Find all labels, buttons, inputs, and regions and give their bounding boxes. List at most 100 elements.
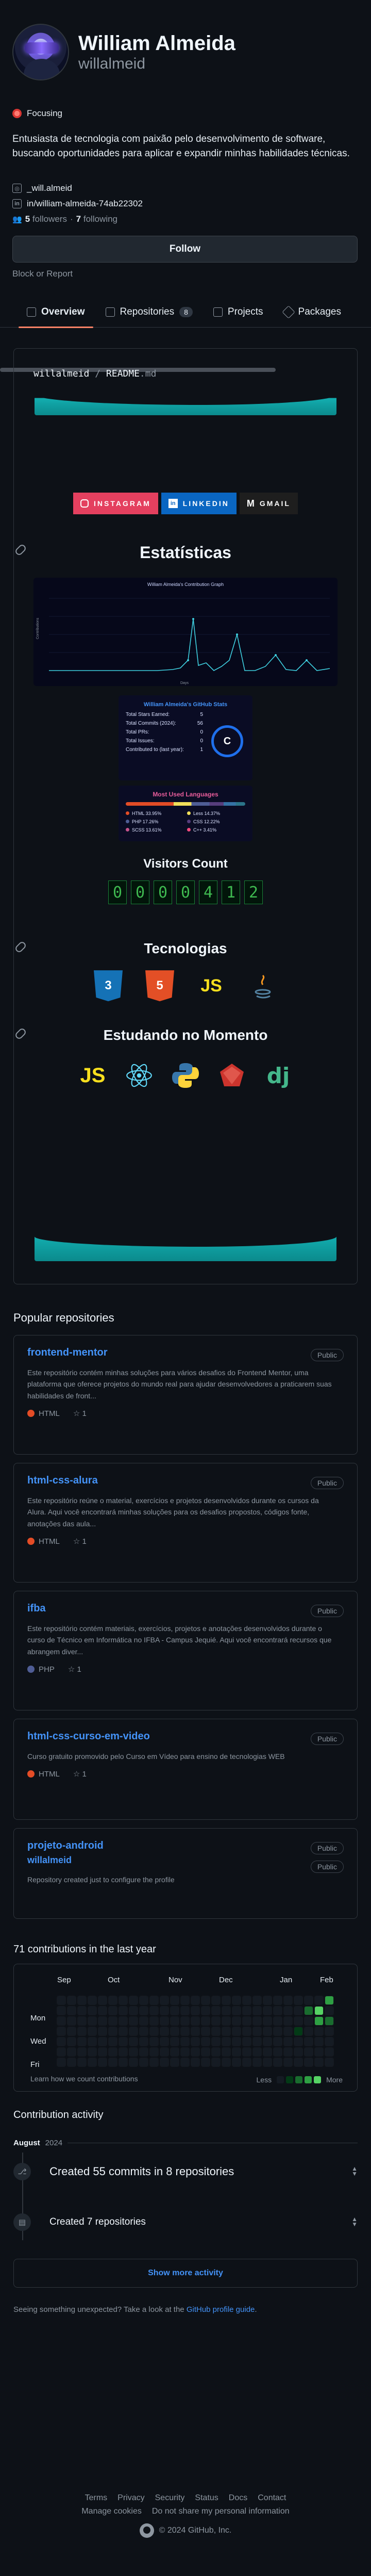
calendar-cell[interactable] — [325, 2027, 334, 2036]
calendar-cell[interactable] — [180, 2006, 190, 2016]
calendar-cell[interactable] — [242, 2047, 251, 2057]
calendar-cell[interactable] — [252, 2047, 262, 2057]
calendar-cell[interactable] — [232, 2058, 241, 2067]
calendar-cell[interactable] — [273, 2006, 282, 2016]
calendar-cell[interactable] — [201, 2016, 210, 2026]
follow-button[interactable]: Follow — [12, 236, 358, 263]
calendar-cell[interactable] — [325, 1996, 334, 2006]
calendar-cell[interactable] — [191, 1996, 200, 2006]
calendar-cell[interactable] — [263, 2027, 272, 2036]
calendar-cell[interactable] — [98, 2006, 107, 2016]
calendar-cell[interactable] — [222, 1996, 231, 2006]
calendar-cell[interactable] — [263, 2047, 272, 2057]
calendar-cell[interactable] — [57, 2047, 66, 2057]
calendar-cell[interactable] — [67, 2016, 76, 2026]
calendar-cell[interactable] — [108, 2058, 117, 2067]
calendar-cell[interactable] — [88, 2006, 97, 2016]
calendar-cell[interactable] — [222, 2058, 231, 2067]
calendar-cell[interactable] — [180, 2016, 190, 2026]
calendar-cell[interactable] — [119, 2047, 128, 2057]
calendar-cell[interactable] — [211, 2037, 221, 2047]
block-or-report-link[interactable]: Block or Report — [12, 269, 359, 279]
calendar-cell[interactable] — [77, 2016, 87, 2026]
calendar-cell[interactable] — [149, 2006, 159, 2016]
link-icon[interactable] — [14, 940, 27, 954]
repo-name-link[interactable]: frontend-mentor — [27, 1347, 108, 1358]
footer-link-docs[interactable]: Docs — [229, 2493, 247, 2503]
calendar-cell[interactable] — [263, 2016, 272, 2026]
calendar-cell[interactable] — [88, 2058, 97, 2067]
calendar-cell[interactable] — [108, 2037, 117, 2047]
calendar-cell[interactable] — [67, 1996, 76, 2006]
calendar-cell[interactable] — [149, 2047, 159, 2057]
footer-link-privacy[interactable]: Privacy — [117, 2493, 144, 2503]
repo-stars[interactable]: ☆ 1 — [68, 1665, 81, 1674]
calendar-cell[interactable] — [108, 2027, 117, 2036]
calendar-cell[interactable] — [88, 2027, 97, 2036]
following-link[interactable]: 7 following — [76, 214, 117, 224]
calendar-cell[interactable] — [273, 2047, 282, 2057]
calendar-cell[interactable] — [170, 1996, 179, 2006]
repo-owner-link[interactable]: willalmeid — [27, 1855, 344, 1866]
calendar-cell[interactable] — [149, 2027, 159, 2036]
calendar-cell[interactable] — [283, 2047, 293, 2057]
calendar-cell[interactable] — [294, 2058, 303, 2067]
calendar-cell[interactable] — [57, 2006, 66, 2016]
calendar-cell[interactable] — [294, 2006, 303, 2016]
instagram-badge[interactable]: INSTAGRAM — [73, 493, 158, 515]
calendar-cell[interactable] — [149, 1996, 159, 2006]
calendar-cell[interactable] — [98, 2016, 107, 2026]
calendar-cell[interactable] — [314, 2058, 324, 2067]
calendar-cell[interactable] — [129, 2016, 138, 2026]
calendar-cell[interactable] — [160, 2037, 169, 2047]
calendar-cell[interactable] — [232, 2006, 241, 2016]
calendar-cell[interactable] — [119, 2006, 128, 2016]
calendar-cell[interactable] — [139, 2006, 148, 2016]
calendar-cell[interactable] — [201, 1996, 210, 2006]
calendar-cell[interactable] — [67, 2047, 76, 2057]
calendar-cell[interactable] — [222, 2037, 231, 2047]
calendar-cell[interactable] — [201, 2058, 210, 2067]
calendar-cell[interactable] — [57, 2058, 66, 2067]
calendar-cell[interactable] — [139, 2037, 148, 2047]
calendar-cell[interactable] — [304, 2058, 313, 2067]
tab-packages[interactable]: Packages — [276, 297, 349, 328]
calendar-cell[interactable] — [263, 2037, 272, 2047]
calendar-cell[interactable] — [314, 1996, 324, 2006]
gmail-badge[interactable]: M GMAIL — [239, 493, 298, 515]
calendar-cell[interactable] — [160, 1996, 169, 2006]
github-logo-icon[interactable] — [139, 2523, 154, 2538]
calendar-cell[interactable] — [77, 2058, 87, 2067]
calendar-cell[interactable] — [119, 2027, 128, 2036]
calendar-cell[interactable] — [108, 2016, 117, 2026]
calendar-cell[interactable] — [314, 2006, 324, 2016]
footer-link-status[interactable]: Status — [195, 2493, 218, 2503]
footer-link-contact[interactable]: Contact — [258, 2493, 286, 2503]
calendar-cell[interactable] — [191, 2037, 200, 2047]
calendar-cell[interactable] — [98, 2058, 107, 2067]
calendar-cell[interactable] — [314, 2016, 324, 2026]
calendar-cell[interactable] — [273, 2016, 282, 2026]
calendar-cell[interactable] — [77, 1996, 87, 2006]
calendar-cell[interactable] — [242, 2006, 251, 2016]
calendar-cell[interactable] — [160, 2016, 169, 2026]
calendar-cell[interactable] — [232, 2016, 241, 2026]
calendar-cell[interactable] — [119, 1996, 128, 2006]
calendar-cell[interactable] — [242, 2058, 251, 2067]
calendar-cell[interactable] — [139, 2047, 148, 2057]
calendar-cell[interactable] — [191, 2006, 200, 2016]
calendar-cell[interactable] — [191, 2047, 200, 2057]
calendar-cell[interactable] — [211, 2027, 221, 2036]
repo-name-link[interactable]: ifba — [27, 1603, 46, 1614]
calendar-cell[interactable] — [201, 2037, 210, 2047]
calendar-cell[interactable] — [180, 2058, 190, 2067]
calendar-cell[interactable] — [119, 2016, 128, 2026]
calendar-cell[interactable] — [273, 2027, 282, 2036]
calendar-cell[interactable] — [294, 2047, 303, 2057]
avatar[interactable] — [12, 24, 69, 80]
calendar-cell[interactable] — [119, 2058, 128, 2067]
repo-stars[interactable]: ☆ 1 — [73, 1769, 87, 1779]
calendar-cell[interactable] — [222, 2047, 231, 2057]
calendar-cell[interactable] — [304, 2047, 313, 2057]
calendar-cell[interactable] — [170, 2037, 179, 2047]
